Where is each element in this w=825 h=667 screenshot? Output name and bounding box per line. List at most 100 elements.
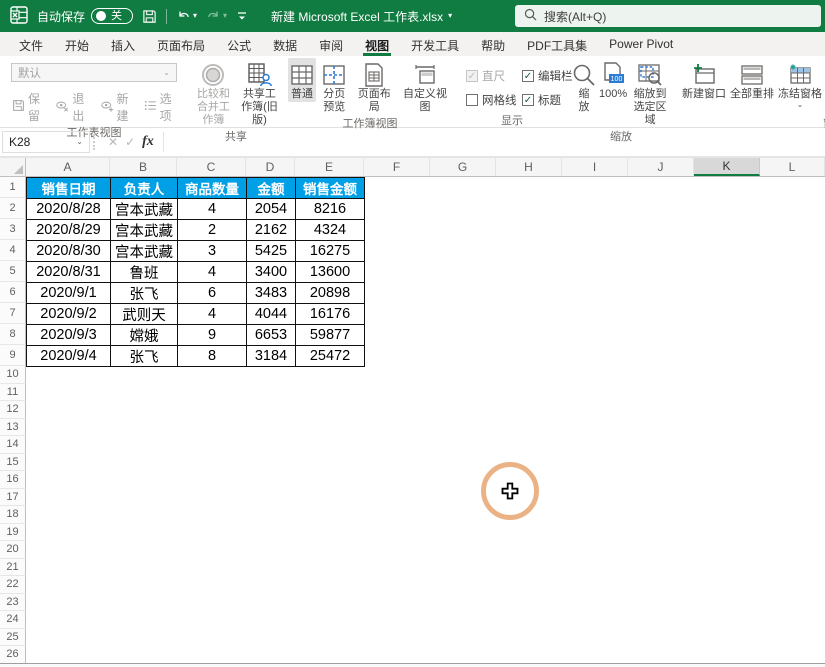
row-header-12[interactable]: 12 [0, 401, 26, 419]
column-header-I[interactable]: I [562, 158, 628, 176]
cell[interactable]: 宫本武藏 [111, 220, 178, 241]
row-header-6[interactable]: 6 [0, 282, 26, 303]
cell[interactable]: 3483 [247, 283, 296, 304]
cell[interactable]: 8216 [296, 199, 365, 220]
arrange-all-button[interactable]: 全部重排 [728, 58, 776, 110]
cell[interactable]: 2020/9/4 [27, 346, 111, 367]
cell[interactable]: 20898 [296, 283, 365, 304]
cell[interactable]: 2020/8/29 [27, 220, 111, 241]
cell[interactable]: 宫本武藏 [111, 199, 178, 220]
table-header-cell[interactable]: 金额 [247, 178, 296, 199]
column-header-C[interactable]: C [177, 158, 246, 176]
row-header-8[interactable]: 8 [0, 324, 26, 345]
cell[interactable]: 嫦娥 [111, 325, 178, 346]
cell[interactable]: 4044 [247, 304, 296, 325]
tab-power-pivot[interactable]: Power Pivot [598, 32, 684, 56]
row-header-2[interactable]: 2 [0, 198, 26, 219]
column-header-K[interactable]: K [694, 158, 760, 176]
page-layout-view-button[interactable]: 页面布局 [353, 58, 396, 115]
row-header-5[interactable]: 5 [0, 261, 26, 282]
cell[interactable]: 4 [178, 262, 247, 283]
column-header-E[interactable]: E [295, 158, 364, 176]
tab-file[interactable]: 文件 [8, 32, 54, 56]
row-header-10[interactable]: 10 [0, 366, 26, 384]
row-header-7[interactable]: 7 [0, 303, 26, 324]
column-header-L[interactable]: L [760, 158, 825, 176]
table-header-cell[interactable]: 销售日期 [27, 178, 111, 199]
cell[interactable]: 2 [178, 220, 247, 241]
insert-function-icon[interactable]: fx [142, 134, 154, 150]
row-header-24[interactable]: 24 [0, 611, 26, 629]
row-header-4[interactable]: 4 [0, 240, 26, 261]
row-header-20[interactable]: 20 [0, 541, 26, 559]
cell[interactable]: 4324 [296, 220, 365, 241]
tab-developer[interactable]: 开发工具 [400, 32, 470, 56]
sheet-view-selector[interactable]: 默认 ⌄ [11, 63, 177, 82]
cell[interactable]: 25472 [296, 346, 365, 367]
tab-pdf-tools[interactable]: PDF工具集 [516, 32, 598, 56]
enter-icon[interactable]: ✓ [125, 135, 135, 149]
cell[interactable]: 2020/8/28 [27, 199, 111, 220]
cell[interactable]: 59877 [296, 325, 365, 346]
cell[interactable]: 5425 [247, 241, 296, 262]
undo-button[interactable]: ▾ [176, 9, 197, 23]
column-header-G[interactable]: G [430, 158, 496, 176]
cell[interactable]: 4 [178, 304, 247, 325]
cell[interactable]: 16275 [296, 241, 365, 262]
row-header-1[interactable]: 1 [0, 177, 26, 198]
cell[interactable]: 13600 [296, 262, 365, 283]
column-header-H[interactable]: H [496, 158, 562, 176]
row-header-11[interactable]: 11 [0, 384, 26, 402]
cell[interactable]: 2020/8/31 [27, 262, 111, 283]
freeze-panes-button[interactable]: 冻结窗格⌄ [776, 58, 824, 110]
row-header-21[interactable]: 21 [0, 559, 26, 577]
table-header-cell[interactable]: 商品数量 [178, 178, 247, 199]
cell[interactable]: 2020/9/1 [27, 283, 111, 304]
tab-view[interactable]: 视图 [354, 32, 400, 56]
cell[interactable]: 6 [178, 283, 247, 304]
row-header-17[interactable]: 17 [0, 489, 26, 507]
cell[interactable]: 3184 [247, 346, 296, 367]
cell[interactable]: 张飞 [111, 283, 178, 304]
cell[interactable]: 16176 [296, 304, 365, 325]
autosave-toggle[interactable]: 关 [91, 8, 133, 24]
customize-qat-icon[interactable] [236, 10, 248, 22]
column-header-F[interactable]: F [364, 158, 430, 176]
row-header-13[interactable]: 13 [0, 419, 26, 437]
magnifier-button[interactable]: 缩放 [572, 58, 596, 115]
row-header-16[interactable]: 16 [0, 471, 26, 489]
row-header-23[interactable]: 23 [0, 594, 26, 612]
cell[interactable]: 2020/9/2 [27, 304, 111, 325]
tab-help[interactable]: 帮助 [470, 32, 516, 56]
tab-data[interactable]: 数据 [262, 32, 308, 56]
save-icon[interactable] [142, 9, 157, 24]
cell[interactable]: 2020/8/30 [27, 241, 111, 262]
table-header-cell[interactable]: 销售金额 [296, 178, 365, 199]
row-header-14[interactable]: 14 [0, 436, 26, 454]
document-title[interactable]: 新建 Microsoft Excel 工作表.xlsx ▾ [271, 8, 452, 25]
row-header-3[interactable]: 3 [0, 219, 26, 240]
share-workbook-button[interactable]: 共享工作簿(旧版) [237, 58, 282, 128]
table-header-cell[interactable]: 负责人 [111, 178, 178, 199]
row-header-18[interactable]: 18 [0, 506, 26, 524]
cell[interactable]: 6653 [247, 325, 296, 346]
excel-app-icon[interactable] [10, 6, 28, 27]
formula-bar-handle[interactable] [93, 134, 98, 150]
cell[interactable]: 3400 [247, 262, 296, 283]
column-header-J[interactable]: J [628, 158, 694, 176]
tab-page-layout[interactable]: 页面布局 [146, 32, 216, 56]
row-header-9[interactable]: 9 [0, 345, 26, 366]
row-header-15[interactable]: 15 [0, 454, 26, 472]
checkbox-2[interactable]: 网格线 [466, 92, 522, 108]
column-header-A[interactable]: A [26, 158, 110, 176]
cell[interactable]: 9 [178, 325, 247, 346]
normal-view-button[interactable]: 普通 [288, 58, 316, 102]
tab-review[interactable]: 审阅 [308, 32, 354, 56]
tab-insert[interactable]: 插入 [100, 32, 146, 56]
row-header-26[interactable]: 26 [0, 646, 26, 664]
autosave-control[interactable]: 自动保存 关 [37, 8, 133, 25]
select-all-corner[interactable] [0, 158, 26, 176]
column-header-D[interactable]: D [246, 158, 295, 176]
page-break-preview-button[interactable]: 分页预览 [318, 58, 351, 115]
cell[interactable]: 张飞 [111, 346, 178, 367]
